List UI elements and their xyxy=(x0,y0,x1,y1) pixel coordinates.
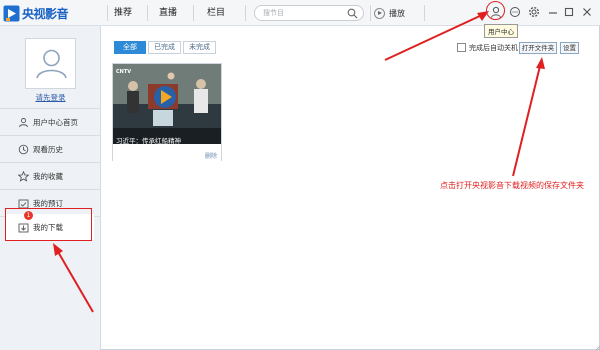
sidebar-item-label: 观看历史 xyxy=(33,144,63,154)
sidebar-item-history[interactable]: 观看历史 xyxy=(0,136,101,162)
filter-completed[interactable]: 已完成 xyxy=(148,41,181,54)
filter-all[interactable]: 全部 xyxy=(114,41,146,54)
resize-grip[interactable] xyxy=(594,344,600,350)
user-center-tooltip: 用户中心 xyxy=(484,24,518,38)
play-button[interactable]: 播放 xyxy=(374,5,420,21)
auto-shutdown-checkbox[interactable] xyxy=(457,43,466,52)
auto-shutdown-label: 完成后自动关机 xyxy=(469,44,518,52)
tab-live[interactable]: 直播 xyxy=(148,0,188,26)
search-box[interactable]: 搜节目 xyxy=(254,5,364,21)
sidebar-item-label: 我的收藏 xyxy=(33,171,63,181)
annotation-circle xyxy=(486,1,505,20)
settings-button[interactable]: 设置 xyxy=(560,42,579,54)
minimize-icon[interactable] xyxy=(546,5,560,19)
top-bar: 央视影音 推荐 直播 栏目 搜节目 播放 xyxy=(0,0,600,26)
download-item[interactable]: CNTV 习近平：传承红船精神 删除 xyxy=(112,63,222,161)
play-label: 播放 xyxy=(389,8,405,18)
nav-divider xyxy=(424,5,425,21)
logo-icon xyxy=(3,5,20,22)
search-icon[interactable] xyxy=(347,8,358,19)
annotation-highlight-box xyxy=(5,208,92,241)
tab-recommend[interactable]: 推荐 xyxy=(108,0,138,26)
search-input[interactable]: 搜节目 xyxy=(263,8,284,18)
gear-icon[interactable] xyxy=(527,5,541,19)
message-icon[interactable] xyxy=(508,5,522,19)
open-folder-button[interactable]: 打开文件夹 xyxy=(519,42,557,54)
filter-incomplete[interactable]: 未完成 xyxy=(183,41,216,54)
channel-logo: CNTV xyxy=(116,69,131,75)
tab-columns[interactable]: 栏目 xyxy=(196,0,236,26)
calendar-icon xyxy=(18,198,29,209)
sidebar-item-favorites[interactable]: 我的收藏 xyxy=(0,163,101,189)
app-name: 央视影音 xyxy=(22,6,69,21)
annotation-text: 点击打开央视影音下载视频的保存文件夹 xyxy=(440,181,584,190)
nav-divider xyxy=(245,5,246,21)
sidebar-item-label: 我的预订 xyxy=(33,198,63,208)
close-icon[interactable] xyxy=(580,5,594,19)
sidebar-item-label: 用户中心首页 xyxy=(33,117,78,127)
app-logo[interactable]: 央视影音 xyxy=(3,4,69,22)
avatar[interactable] xyxy=(25,38,76,89)
login-link[interactable]: 请先登录 xyxy=(0,92,101,103)
star-icon xyxy=(17,170,30,182)
delete-button[interactable]: 删除 xyxy=(205,151,217,160)
history-icon xyxy=(18,144,29,155)
maximize-icon[interactable] xyxy=(562,5,576,19)
play-icon xyxy=(374,7,385,19)
sidebar-item-user-home[interactable]: 用户中心首页 xyxy=(0,109,101,135)
nav-divider xyxy=(370,5,371,21)
sidebar: 请先登录 用户中心首页 观看历史 我的收藏 我的预订 1 我的下载 xyxy=(0,26,101,350)
download-item-footer: 删除 xyxy=(113,150,221,161)
nav-divider xyxy=(193,5,194,21)
video-thumbnail[interactable]: CNTV xyxy=(113,64,221,144)
user-icon xyxy=(18,117,29,128)
video-title: 习近平：传承红船精神 xyxy=(116,137,181,145)
